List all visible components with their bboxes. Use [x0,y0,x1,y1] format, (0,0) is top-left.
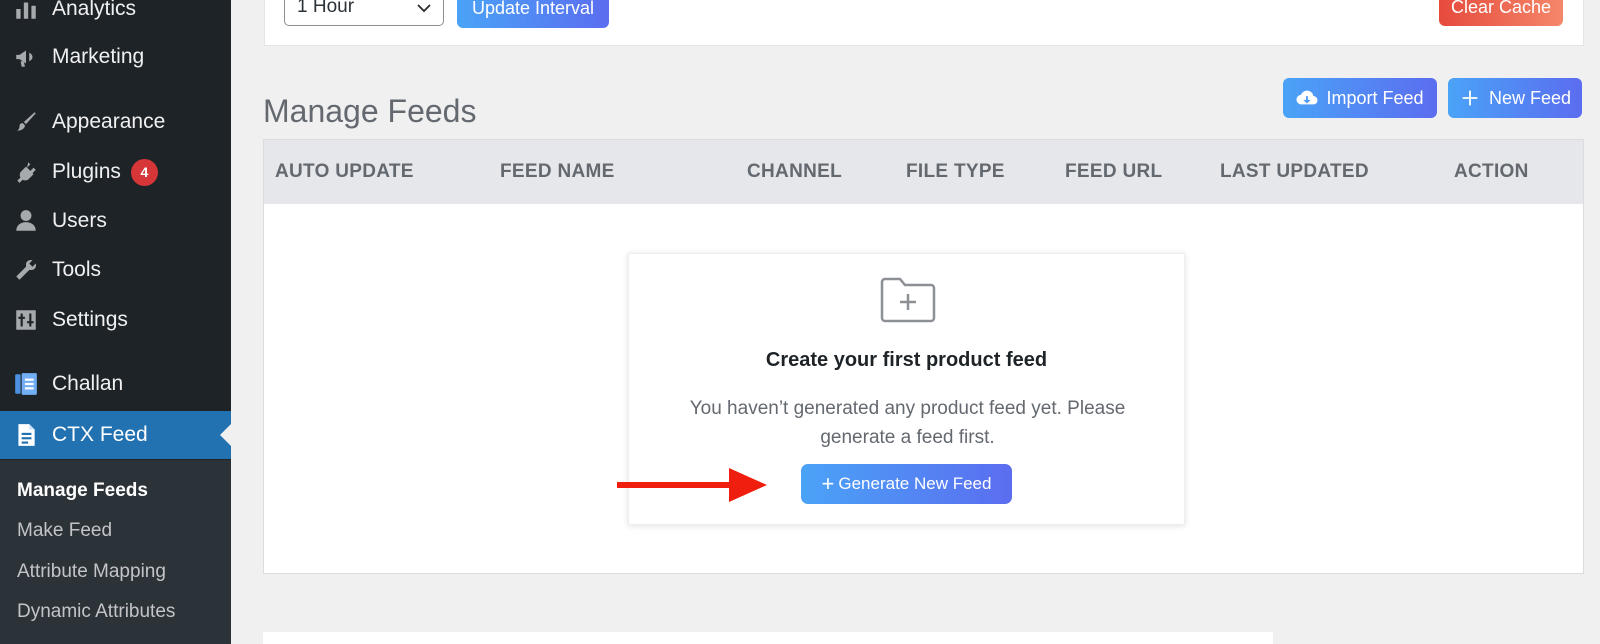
bar-chart-icon [12,0,40,23]
plus-icon [1462,90,1478,106]
arrow-annotation-icon [617,468,767,502]
empty-state-message: You haven’t generated any product feed y… [689,398,1126,448]
column-header-action[interactable]: ACTION [1454,161,1529,183]
submenu-attribute-mapping[interactable]: Attribute Mapping [17,561,166,583]
update-interval-button[interactable]: Update Interval [457,0,609,28]
menu-item-marketing[interactable]: Marketing [0,33,231,81]
interval-select[interactable]: 1 Hour [284,0,444,26]
column-header-feed-name[interactable]: FEED NAME [500,161,615,183]
column-header-feed-url[interactable]: FEED URL [1065,161,1162,183]
menu-item-tools[interactable]: Tools [0,246,231,294]
menu-label: Tools [52,258,102,281]
feeds-table: AUTO UPDATE FEED NAME CHANNEL FILE TYPE … [263,139,1584,574]
menu-label: Plugins [52,160,121,183]
new-feed-label: New Feed [1488,87,1572,108]
page-title: Manage Feeds [263,93,477,129]
user-icon [12,207,40,235]
table-header: AUTO UPDATE FEED NAME CHANNEL FILE TYPE … [264,140,1583,204]
submenu-make-feed[interactable]: Make Feed [17,520,112,542]
column-header-file-type[interactable]: FILE TYPE [906,161,1005,183]
menu-item-challan[interactable]: Challan [0,360,231,408]
menu-label: Analytics [52,0,137,20]
receipt-icon [12,370,40,398]
new-feed-button[interactable]: New Feed [1448,78,1582,118]
submenu-manage-feeds[interactable]: Manage Feeds [17,480,148,502]
interval-settings-card: 1 Hour Update Interval Clear Cache [264,0,1584,46]
sliders-icon [12,306,40,334]
interval-select-value: 1 Hour [297,0,355,17]
column-header-channel[interactable]: CHANNEL [747,161,842,183]
menu-item-ctx-feed[interactable]: CTX Feed [0,411,231,459]
plus-icon: + [821,471,835,496]
import-feed-button[interactable]: Import Feed [1283,78,1437,118]
import-feed-label: Import Feed [1326,87,1424,108]
update-count-badge: 4 [130,158,158,186]
plug-icon [12,158,40,186]
menu-label: Settings [52,308,128,331]
menu-item-analytics[interactable]: Analytics [0,0,231,33]
megaphone-icon [12,43,40,71]
menu-item-users[interactable]: Users [0,197,231,245]
wrench-icon [12,256,40,284]
generate-new-feed-label: Generate New Feed [838,474,992,493]
menu-label: Marketing [52,45,145,68]
generate-new-feed-button[interactable]: + Generate New Feed [801,464,1012,504]
menu-item-appearance[interactable]: Appearance [0,98,231,146]
document-icon [12,421,40,449]
menu-label: Appearance [52,110,166,133]
ctx-feed-submenu: Manage Feeds Make Feed Attribute Mapping… [0,460,231,644]
menu-item-plugins[interactable]: Plugins 4 [0,148,231,196]
folder-plus-icon [880,277,936,323]
menu-label: CTX Feed [52,423,148,446]
menu-label: Users [52,209,107,232]
admin-sidebar: Analytics Marketing Appearance Plugins 4… [0,0,231,644]
menu-label: Challan [52,372,124,395]
menu-item-settings[interactable]: Settings [0,296,231,344]
chevron-down-icon [417,4,431,13]
empty-state-title: Create your first product feed [765,349,1048,371]
clear-cache-button[interactable]: Clear Cache [1439,0,1563,26]
column-header-auto-update[interactable]: AUTO UPDATE [275,161,414,183]
secondary-card [263,632,1273,644]
column-header-last-updated[interactable]: LAST UPDATED [1220,161,1369,183]
paintbrush-icon [12,108,40,136]
cloud-download-icon [1296,90,1319,105]
submenu-dynamic-attributes[interactable]: Dynamic Attributes [17,601,175,623]
